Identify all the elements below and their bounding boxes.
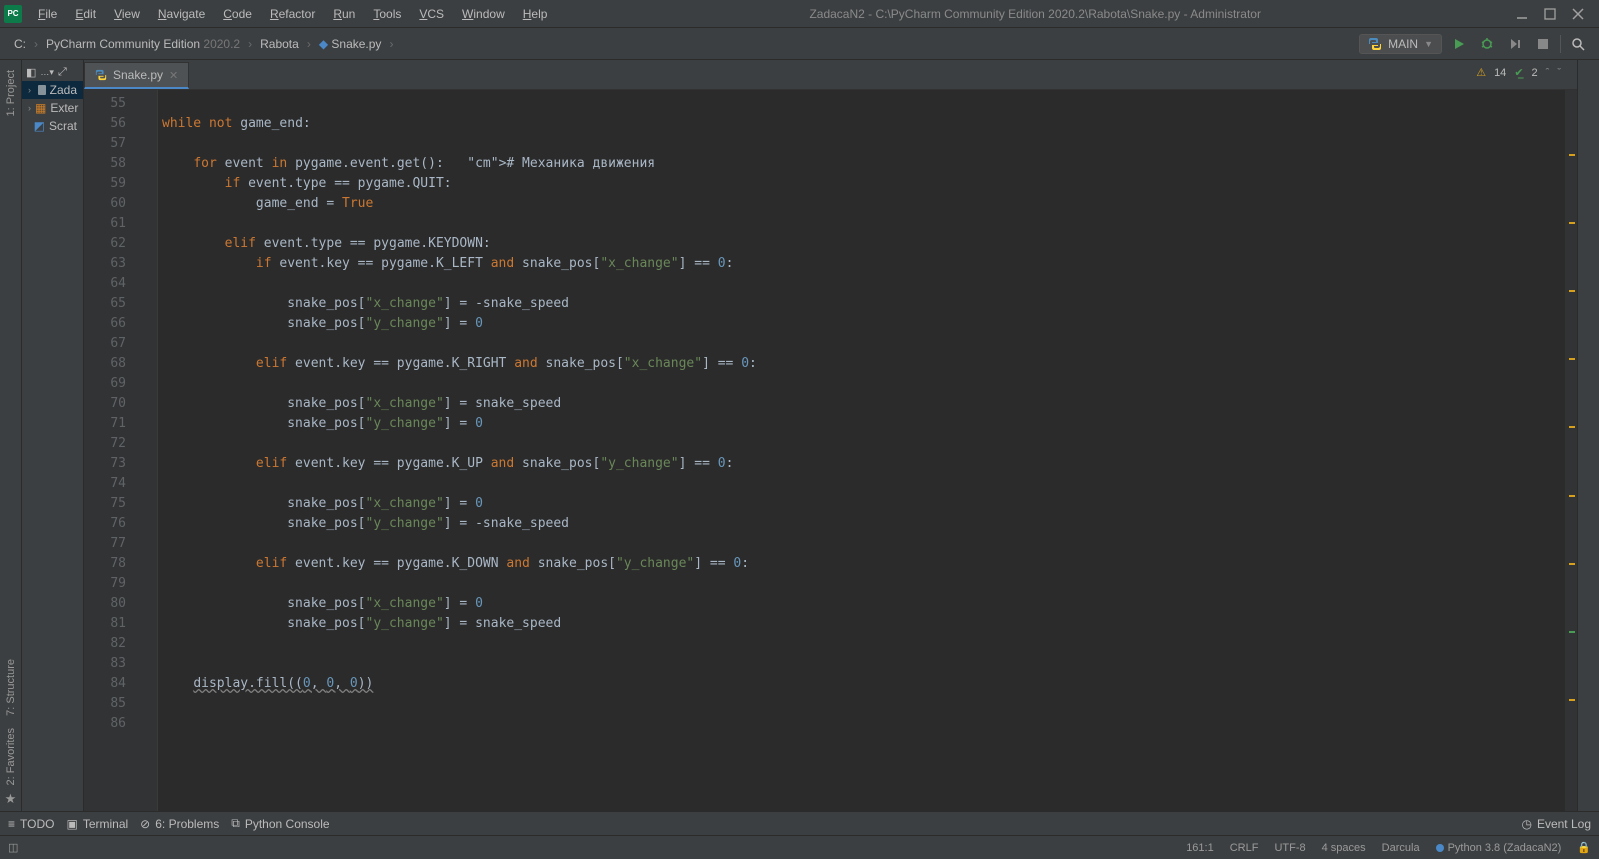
event-log-icon: ◷	[1521, 817, 1531, 831]
app-icon: PC	[4, 5, 22, 23]
todo-icon: ≡	[8, 817, 15, 831]
menu-help[interactable]: Help	[515, 4, 556, 24]
status-bar: ◫ 161:1 CRLF UTF-8 4 spaces Darcula Pyth…	[0, 835, 1599, 859]
run-configuration-dropdown[interactable]: MAIN ▼	[1359, 34, 1442, 54]
lock-icon[interactable]: 🔒	[1577, 841, 1591, 854]
crumb-folder[interactable]: Rabota	[256, 35, 303, 53]
project-panel[interactable]: ◧ …▾ ⤢ › Zada › ▦ Exter ◩ Scrat	[22, 60, 84, 811]
error-stripe[interactable]	[1565, 90, 1577, 811]
search-everywhere-button[interactable]	[1567, 33, 1589, 55]
event-log-button[interactable]: ◷ Event Log	[1521, 817, 1591, 831]
interpreter-indicator[interactable]: Python 3.8 (ZadacaN2)	[1436, 842, 1562, 854]
project-tree-item-external[interactable]: › ▦ Exter	[22, 99, 83, 117]
typo-count: 2	[1532, 67, 1538, 79]
code-editor[interactable]: 5556575859606162636465666768697071727374…	[84, 90, 1577, 811]
stop-button[interactable]	[1532, 33, 1554, 55]
crumb-ide[interactable]: PyCharm Community Edition 2020.2	[42, 35, 244, 53]
todo-toolwindow-button[interactable]: ≡ TODO	[8, 817, 54, 831]
menu-navigate[interactable]: Navigate	[150, 4, 213, 24]
menu-run[interactable]: Run	[325, 4, 363, 24]
warning-icon: ⚠	[1476, 66, 1486, 79]
minimize-button[interactable]	[1515, 7, 1529, 21]
run-button[interactable]	[1448, 33, 1470, 55]
project-toolwindow-button[interactable]: 1: Project	[5, 70, 17, 116]
crumb-file[interactable]: ◆ Snake.py	[315, 35, 386, 53]
python-icon	[1368, 37, 1382, 51]
chevron-right-icon: ›	[28, 103, 31, 113]
titlebar: PC FileEditViewNavigateCodeRefactorRunTo…	[0, 0, 1599, 28]
typo-icon: ✔̲	[1514, 66, 1523, 79]
close-tab-button[interactable]: ✕	[169, 69, 178, 82]
menu-refactor[interactable]: Refactor	[262, 4, 323, 24]
window-title: ZadacaN2 - C:\PyCharm Community Edition …	[555, 7, 1515, 21]
library-icon: ▦	[35, 101, 46, 115]
star-icon: ★	[5, 791, 17, 807]
project-tree-item-scratches[interactable]: ◩ Scrat	[22, 117, 83, 135]
crumb-drive[interactable]: C:	[10, 35, 30, 53]
breadcrumbs: C: › PyCharm Community Edition 2020.2 › …	[10, 35, 393, 53]
menu-vcs[interactable]: VCS	[411, 4, 452, 24]
dropdown-icon: …▾	[40, 67, 54, 78]
warning-count: 14	[1494, 67, 1506, 79]
bottom-toolbar: ≡ TODO ▣ Terminal ⊘ 6: Problems ⧉ Python…	[0, 811, 1599, 835]
folder-icon	[38, 85, 45, 95]
theme-name[interactable]: Darcula	[1382, 842, 1420, 854]
menu-code[interactable]: Code	[215, 4, 260, 24]
editor-tab-snake[interactable]: Snake.py ✕	[84, 62, 189, 89]
circle-icon	[1436, 844, 1444, 852]
left-tool-gutter: 1: Project 7: Structure 2: Favorites ★	[0, 60, 22, 811]
scratch-icon: ◩	[34, 119, 45, 133]
chevron-right-icon: ›	[28, 85, 34, 95]
close-button[interactable]	[1571, 7, 1585, 21]
menu-file[interactable]: File	[30, 4, 65, 24]
python-file-icon: ◆	[319, 37, 328, 51]
tab-label: Snake.py	[113, 68, 163, 82]
menu-window[interactable]: Window	[454, 4, 513, 24]
maximize-button[interactable]	[1543, 7, 1557, 21]
right-tool-gutter	[1577, 60, 1599, 811]
line-separator[interactable]: CRLF	[1230, 842, 1259, 854]
cursor-position[interactable]: 161:1	[1186, 842, 1214, 854]
problems-icon: ⊘	[140, 817, 150, 831]
project-icon: ◧	[26, 66, 36, 79]
line-number-gutter: 5556575859606162636465666768697071727374…	[84, 90, 144, 811]
menu-view[interactable]: View	[106, 4, 148, 24]
chevron-up-icon[interactable]: ˆ	[1546, 67, 1550, 79]
python-console-icon: ⧉	[231, 816, 240, 831]
chevron-down-icon[interactable]: ˇ	[1557, 67, 1561, 79]
python-file-icon	[95, 69, 107, 81]
inspection-badges[interactable]: ⚠ 14 ✔̲ 2 ˆ ˇ	[1476, 66, 1561, 79]
problems-toolwindow-button[interactable]: ⊘ 6: Problems	[140, 817, 219, 831]
chevron-right-icon: ›	[34, 37, 38, 51]
project-panel-header[interactable]: ◧ …▾ ⤢	[22, 64, 83, 81]
main-menu: FileEditViewNavigateCodeRefactorRunTools…	[30, 4, 555, 24]
main-body: 1: Project 7: Structure 2: Favorites ★ ◧…	[0, 60, 1599, 811]
editor-tabs: Snake.py ✕	[84, 60, 1577, 90]
chevron-down-icon: ▼	[1424, 39, 1433, 49]
run-config-label: MAIN	[1388, 37, 1418, 51]
chevron-right-icon: ›	[389, 37, 393, 51]
run-with-coverage-button[interactable]	[1504, 33, 1526, 55]
indent-setting[interactable]: 4 spaces	[1322, 842, 1366, 854]
chevron-right-icon: ›	[307, 37, 311, 51]
menu-tools[interactable]: Tools	[365, 4, 409, 24]
terminal-toolwindow-button[interactable]: ▣ Terminal	[66, 817, 128, 831]
code-content[interactable]: while not game_end: for event in pygame.…	[158, 90, 1565, 811]
python-console-toolwindow-button[interactable]: ⧉ Python Console	[231, 816, 329, 831]
structure-toolwindow-button[interactable]: 7: Structure	[5, 659, 17, 716]
editor-area: Snake.py ✕ ⚠ 14 ✔̲ 2 ˆ ˇ 555657585960616…	[84, 60, 1577, 811]
favorites-toolwindow-button[interactable]: 2: Favorites	[5, 728, 17, 785]
project-tree-item-root[interactable]: › Zada	[22, 81, 83, 99]
terminal-icon: ▣	[66, 817, 77, 831]
file-encoding[interactable]: UTF-8	[1274, 842, 1305, 854]
menu-edit[interactable]: Edit	[67, 4, 104, 24]
debug-button[interactable]	[1476, 33, 1498, 55]
collapse-icon: ⤢	[58, 66, 67, 79]
toolwindow-toggle-icon[interactable]: ◫	[8, 841, 18, 854]
window-controls	[1515, 7, 1595, 21]
fold-gutter[interactable]	[144, 90, 158, 811]
chevron-right-icon: ›	[248, 37, 252, 51]
navigation-bar: C: › PyCharm Community Edition 2020.2 › …	[0, 28, 1599, 60]
